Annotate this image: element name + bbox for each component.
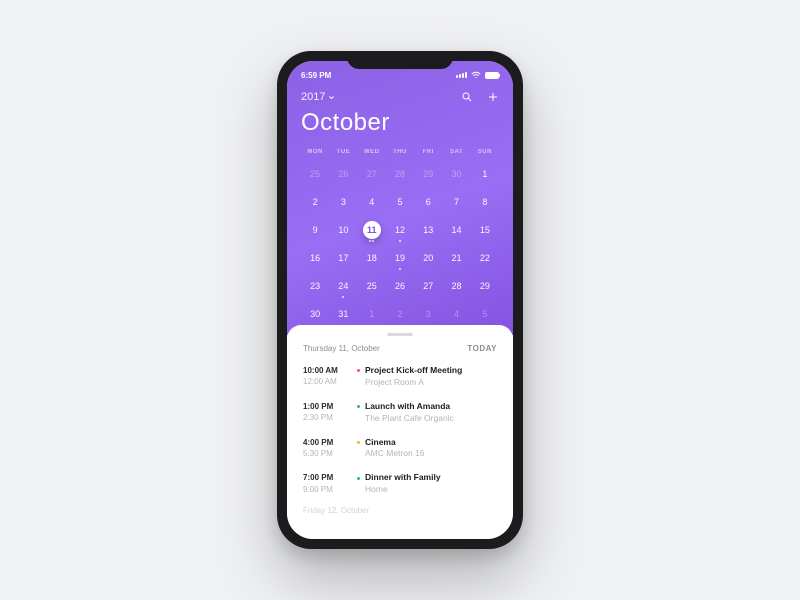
calendar-day[interactable]: 26 xyxy=(386,275,414,297)
status-time: 6:59 PM xyxy=(301,71,331,80)
weekday-label: SUN xyxy=(471,149,499,155)
calendar-day[interactable]: 19 xyxy=(386,247,414,269)
event-title: Launch with Amanda xyxy=(357,401,497,413)
wifi-icon xyxy=(471,71,481,79)
calendar-day[interactable]: 6 xyxy=(414,191,442,213)
calendar-day[interactable]: 29 xyxy=(471,275,499,297)
calendar-day[interactable]: 1 xyxy=(471,163,499,185)
calendar-grid: 2526272829301234567891011121314151617181… xyxy=(301,163,499,325)
event-title: Project Kick-off Meeting xyxy=(357,365,497,377)
calendar-day[interactable]: 7 xyxy=(442,191,470,213)
calendar-day[interactable]: 25 xyxy=(358,275,386,297)
event-color-dot xyxy=(357,477,360,480)
calendar-day[interactable]: 5 xyxy=(386,191,414,213)
year-label: 2017 xyxy=(301,91,325,103)
weekday-label: THU xyxy=(386,149,414,155)
calendar-day[interactable]: 3 xyxy=(414,303,442,325)
calendar-day[interactable]: 27 xyxy=(358,163,386,185)
event-location: AMC Metron 16 xyxy=(365,448,497,460)
calendar-day[interactable]: 9 xyxy=(301,219,329,241)
event-time: 4:00 PM5:30 PM xyxy=(303,437,347,461)
calendar-day[interactable]: 14 xyxy=(442,219,470,241)
weekday-label: TUE xyxy=(329,149,357,155)
event-item[interactable]: 10:00 AM12:00 AM Project Kick-off Meeting… xyxy=(301,359,499,395)
home-indicator[interactable] xyxy=(360,542,440,545)
event-item[interactable]: 7:00 PM9:00 PM Dinner with FamilyHome xyxy=(301,466,499,502)
screen: 6:59 PM 2017 October MONTUEWEDTHUF xyxy=(287,61,513,539)
status-bar: 6:59 PM xyxy=(301,67,499,83)
sheet-handle[interactable] xyxy=(387,333,413,336)
calendar-day[interactable]: 25 xyxy=(301,163,329,185)
event-location: Project Room A xyxy=(365,377,497,389)
calendar-day[interactable]: 18 xyxy=(358,247,386,269)
calendar-day[interactable]: 10 xyxy=(329,219,357,241)
phone-frame: 6:59 PM 2017 October MONTUEWEDTHUF xyxy=(277,51,523,549)
today-label[interactable]: TODAY xyxy=(467,344,497,353)
event-location: Home xyxy=(365,484,497,496)
calendar-day[interactable]: 2 xyxy=(386,303,414,325)
event-time: 10:00 AM12:00 AM xyxy=(303,365,347,389)
event-title: Cinema xyxy=(357,437,497,449)
calendar-day[interactable]: 16 xyxy=(301,247,329,269)
agenda-sheet[interactable]: Thursday 11, October TODAY 10:00 AM12:00… xyxy=(287,325,513,539)
calendar-day[interactable]: 13 xyxy=(414,219,442,241)
chevron-down-icon xyxy=(328,94,335,101)
event-item[interactable]: 1:00 PM2:30 PM Launch with AmandaThe Plan… xyxy=(301,395,499,431)
calendar-day[interactable]: 1 xyxy=(358,303,386,325)
calendar-day[interactable]: 24 xyxy=(329,275,357,297)
calendar-day[interactable]: 2 xyxy=(301,191,329,213)
event-color-dot xyxy=(357,369,360,372)
calendar-day[interactable]: 4 xyxy=(358,191,386,213)
calendar-day[interactable]: 28 xyxy=(442,275,470,297)
signal-icon xyxy=(456,72,467,78)
event-title: Dinner with Family xyxy=(357,472,497,484)
add-icon[interactable] xyxy=(487,91,499,103)
calendar-day[interactable]: 12 xyxy=(386,219,414,241)
agenda-date: Thursday 11, October xyxy=(303,344,380,353)
weekday-label: FRI xyxy=(414,149,442,155)
weekday-label: WED xyxy=(358,149,386,155)
calendar-day[interactable]: 27 xyxy=(414,275,442,297)
calendar-day[interactable]: 22 xyxy=(471,247,499,269)
calendar-day[interactable]: 4 xyxy=(442,303,470,325)
calendar-day[interactable]: 8 xyxy=(471,191,499,213)
event-time: 7:00 PM9:00 PM xyxy=(303,472,347,496)
event-color-dot xyxy=(357,441,360,444)
weekday-header: MONTUEWEDTHUFRISATSUN xyxy=(301,149,499,155)
notch xyxy=(347,51,453,69)
event-color-dot xyxy=(357,405,360,408)
calendar-day[interactable]: 23 xyxy=(301,275,329,297)
year-selector[interactable]: 2017 xyxy=(301,91,335,103)
next-day-label: Friday 12, October xyxy=(301,502,499,519)
calendar-day[interactable]: 29 xyxy=(414,163,442,185)
calendar-day[interactable]: 5 xyxy=(471,303,499,325)
calendar-day[interactable]: 11 xyxy=(358,219,386,241)
event-list[interactable]: 10:00 AM12:00 AM Project Kick-off Meeting… xyxy=(301,359,499,502)
event-time: 1:00 PM2:30 PM xyxy=(303,401,347,425)
event-item[interactable]: 4:00 PM5:30 PM CinemaAMC Metron 16 xyxy=(301,431,499,467)
event-location: The Plant Cafe Organic xyxy=(365,413,497,425)
calendar-day[interactable]: 17 xyxy=(329,247,357,269)
search-icon[interactable] xyxy=(461,91,473,103)
calendar-day[interactable]: 21 xyxy=(442,247,470,269)
weekday-label: SAT xyxy=(442,149,470,155)
calendar-day[interactable]: 31 xyxy=(329,303,357,325)
calendar-day[interactable]: 3 xyxy=(329,191,357,213)
calendar-header: 6:59 PM 2017 October MONTUEWEDTHUF xyxy=(287,61,513,335)
calendar-day[interactable]: 26 xyxy=(329,163,357,185)
calendar-day[interactable]: 30 xyxy=(301,303,329,325)
month-title: October xyxy=(301,109,499,137)
calendar-day[interactable]: 15 xyxy=(471,219,499,241)
battery-icon xyxy=(485,72,499,79)
calendar-day[interactable]: 28 xyxy=(386,163,414,185)
weekday-label: MON xyxy=(301,149,329,155)
calendar-day[interactable]: 30 xyxy=(442,163,470,185)
calendar-day[interactable]: 20 xyxy=(414,247,442,269)
